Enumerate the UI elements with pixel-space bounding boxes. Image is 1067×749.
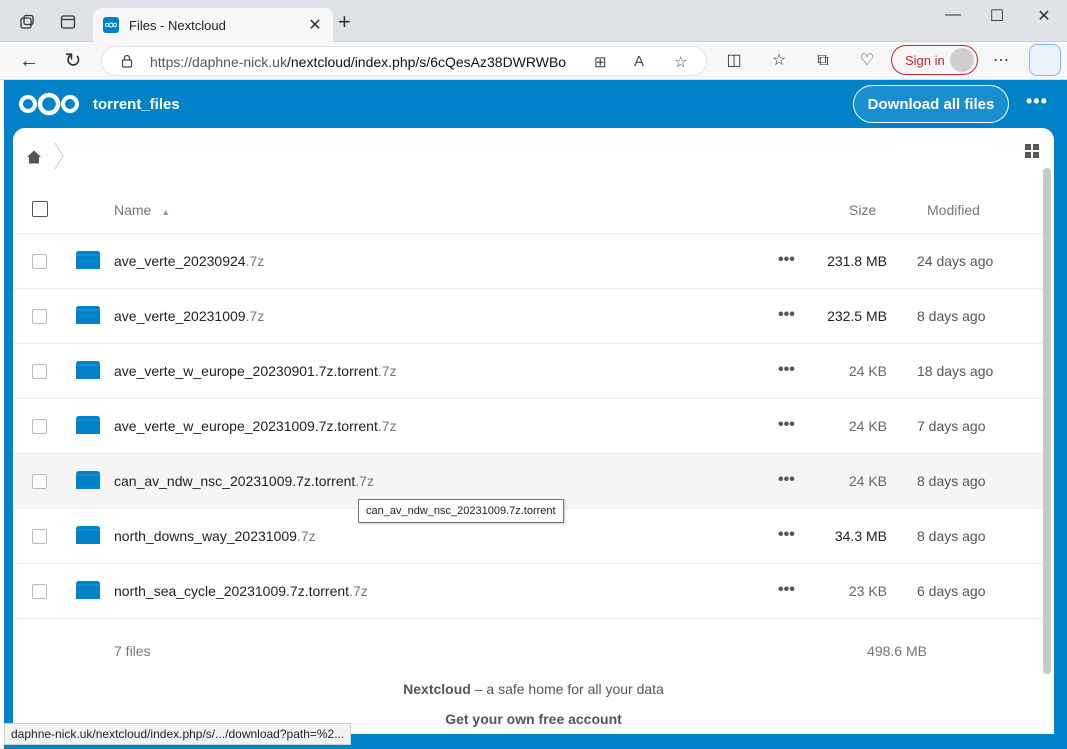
app-available-icon[interactable]: ⊞ (594, 53, 607, 71)
download-all-button[interactable]: Download all files (853, 85, 1009, 123)
more-options-icon[interactable]: ⋯ (991, 51, 1011, 71)
scrollbar[interactable] (1043, 168, 1051, 674)
footer-brand[interactable]: Nextcloud (403, 681, 471, 697)
tab-title: Files - Nextcloud (129, 17, 226, 33)
tab-close-icon[interactable]: ✕ (303, 15, 327, 35)
archive-file-icon (76, 581, 100, 599)
file-size: 231.8 MB (827, 253, 887, 269)
browser-toolbar: ← ↻ https://daphne-nick.uk/nextcloud/ind… (0, 42, 1067, 80)
lock-icon (121, 54, 133, 68)
file-name[interactable]: can_av_ndw_nsc_20231009.7z.torrent.7z (114, 473, 374, 489)
row-actions-icon[interactable]: ••• (778, 526, 795, 544)
home-icon[interactable] (26, 149, 42, 165)
file-size: 24 KB (848, 418, 887, 434)
row-actions-icon[interactable]: ••• (778, 581, 795, 599)
tab-actions-icon[interactable] (58, 12, 78, 32)
file-name[interactable]: ave_verte_w_europe_20230901.7z.torrent.7… (114, 363, 397, 379)
url-text: https://daphne-nick.uk/nextcloud/index.p… (150, 54, 567, 70)
footer-tagline-text: – a safe home for all your data (470, 681, 664, 697)
workspaces-icon[interactable] (17, 12, 37, 32)
file-name[interactable]: ave_verte_w_europe_20231009.7z.torrent.7… (114, 418, 397, 434)
header-more-icon[interactable]: ••• (1026, 91, 1048, 112)
file-size: 24 KB (848, 473, 887, 489)
sign-in-label: Sign in (905, 52, 945, 68)
tab-files-nextcloud[interactable]: Files - Nextcloud ✕ (93, 8, 333, 42)
read-aloud-icon[interactable]: A (634, 53, 644, 70)
file-modified: 8 days ago (917, 528, 986, 544)
file-modified: 18 days ago (917, 363, 994, 379)
select-all-checkbox[interactable] (32, 201, 48, 217)
footer-tagline: Nextcloud – a safe home for all your dat… (13, 681, 1054, 697)
row-checkbox[interactable] (32, 254, 47, 269)
minimize-icon[interactable]: — (930, 6, 976, 28)
row-checkbox[interactable] (32, 529, 47, 544)
file-list: ave_verte_20230924.7z ••• 231.8 MB 24 days … (13, 233, 1043, 619)
breadcrumb-separator-icon (54, 142, 64, 170)
archive-file-icon (76, 416, 100, 434)
files-panel: Name ▲ Size Modified ave_verte_20230924.… (13, 128, 1054, 734)
column-header-modified[interactable]: Modified (927, 202, 980, 218)
refresh-icon[interactable]: ↻ (62, 50, 84, 72)
nextcloud-favicon-icon (103, 17, 119, 33)
window-close-icon[interactable]: ✕ (1021, 6, 1067, 28)
row-checkbox[interactable] (32, 309, 47, 324)
favorites-icon[interactable]: ☆ (769, 51, 789, 71)
row-actions-icon[interactable]: ••• (778, 416, 795, 434)
file-size: 23 KB (848, 583, 887, 599)
file-name[interactable]: ave_verte_20231009.7z (114, 308, 264, 324)
back-arrow-icon[interactable]: ← (18, 50, 40, 72)
share-title: torrent_files (93, 96, 180, 113)
file-count: 7 files (114, 643, 151, 659)
file-modified: 6 days ago (917, 583, 986, 599)
row-actions-icon[interactable]: ••• (778, 306, 795, 324)
row-checkbox[interactable] (32, 364, 47, 379)
table-row[interactable]: ave_verte_20231009.7z ••• 232.5 MB 8 days a… (13, 288, 1043, 343)
file-modified: 7 days ago (917, 418, 986, 434)
favorite-star-icon[interactable]: ☆ (674, 53, 687, 71)
grid-view-icon[interactable] (1024, 143, 1040, 159)
browser-essentials-icon[interactable]: ♡ (857, 51, 877, 71)
file-modified: 8 days ago (917, 473, 986, 489)
archive-file-icon (76, 251, 100, 269)
status-bar-url: daphne-nick.uk/nextcloud/index.php/s/...… (4, 723, 352, 745)
file-name[interactable]: ave_verte_20230924.7z (114, 253, 264, 269)
maximize-icon[interactable]: ☐ (974, 6, 1020, 28)
archive-file-icon (76, 471, 100, 489)
split-screen-icon[interactable]: ◫ (724, 51, 744, 71)
table-row[interactable]: ave_verte_w_europe_20230901.7z.torrent.7… (13, 343, 1043, 398)
sign-in-button[interactable]: Sign in (891, 45, 978, 75)
row-checkbox[interactable] (32, 474, 47, 489)
file-size: 24 KB (848, 363, 887, 379)
column-header-size[interactable]: Size (849, 202, 876, 218)
browser-tab-strip: Files - Nextcloud ✕ + — ☐ ✕ (0, 0, 1067, 42)
bing-copilot-icon[interactable] (1029, 44, 1061, 76)
row-actions-icon[interactable]: ••• (778, 251, 795, 269)
archive-file-icon (76, 306, 100, 324)
column-header-name[interactable]: Name ▲ (114, 202, 170, 218)
archive-file-icon (76, 361, 100, 379)
collections-icon[interactable]: ⧉ (813, 51, 833, 71)
address-bar[interactable]: https://daphne-nick.uk/nextcloud/index.p… (101, 46, 707, 76)
row-checkbox[interactable] (32, 419, 47, 434)
file-name[interactable]: north_downs_way_20231009.7z (114, 528, 316, 544)
row-actions-icon[interactable]: ••• (778, 471, 795, 489)
row-actions-icon[interactable]: ••• (778, 361, 795, 379)
new-tab-icon[interactable]: + (338, 11, 351, 33)
row-checkbox[interactable] (32, 584, 47, 599)
file-size: 34.3 MB (834, 528, 887, 544)
file-name[interactable]: north_sea_cycle_20231009.7z.torrent.7z (114, 583, 368, 599)
total-size: 498.6 MB (867, 643, 927, 659)
table-row[interactable]: ave_verte_20230924.7z ••• 231.8 MB 24 days … (13, 233, 1043, 288)
file-size: 232.5 MB (827, 308, 887, 324)
file-modified: 8 days ago (917, 308, 986, 324)
filename-tooltip: can_av_ndw_nsc_20231009.7z.torrent (358, 499, 564, 523)
archive-file-icon (76, 526, 100, 544)
file-modified: 24 days ago (917, 253, 994, 269)
table-row[interactable]: ave_verte_w_europe_20231009.7z.torrent.7… (13, 398, 1043, 453)
avatar (950, 48, 974, 72)
nextcloud-logo-icon[interactable] (18, 92, 80, 116)
table-row[interactable]: north_sea_cycle_20231009.7z.torrent.7z ••… (13, 563, 1043, 618)
row-divider (13, 618, 1043, 619)
sort-ascending-icon: ▲ (161, 207, 171, 217)
